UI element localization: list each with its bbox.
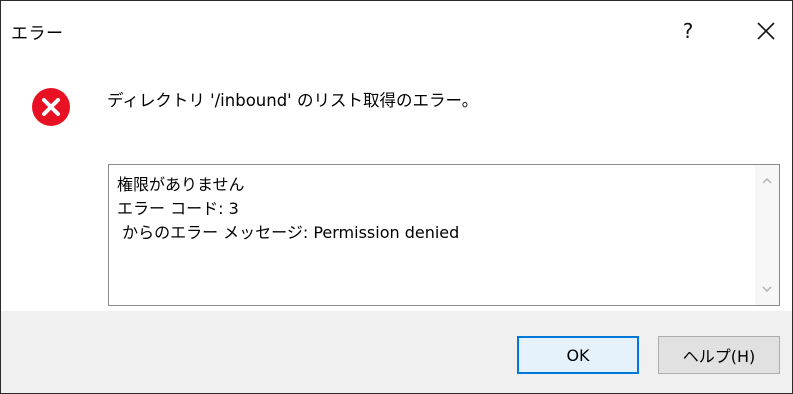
scroll-down-icon[interactable] bbox=[761, 283, 773, 295]
error-message: ディレクトリ '/inbound' のリスト取得のエラー。 bbox=[107, 91, 479, 110]
close-button[interactable] bbox=[743, 11, 789, 51]
ok-button-label: OK bbox=[566, 345, 590, 365]
help-button[interactable]: ? bbox=[665, 11, 711, 51]
details-text: 権限がありません エラー コード: 3 からのエラー メッセージ: Permis… bbox=[117, 173, 749, 245]
ok-button[interactable]: OK bbox=[517, 336, 639, 374]
scroll-up-icon[interactable] bbox=[761, 175, 773, 187]
button-bar: OK ヘルプ(H) bbox=[1, 311, 792, 393]
details-textbox[interactable]: 権限がありません エラー コード: 3 からのエラー メッセージ: Permis… bbox=[108, 164, 780, 306]
help-dialog-button-label: ヘルプ(H) bbox=[682, 347, 756, 366]
help-glyph: ? bbox=[682, 19, 694, 43]
error-dialog: エラー ? ディレクトリ '/inbound' のリスト取得のエラー。 権限があ… bbox=[0, 0, 793, 394]
close-icon bbox=[757, 22, 775, 40]
window-title: エラー bbox=[11, 24, 64, 44]
help-dialog-button[interactable]: ヘルプ(H) bbox=[658, 336, 780, 374]
details-line-permission: 権限がありません bbox=[117, 175, 245, 194]
details-scrollbar[interactable] bbox=[755, 165, 779, 305]
title-bar[interactable]: エラー ? bbox=[1, 1, 792, 57]
error-icon bbox=[32, 88, 70, 126]
details-line-error-code: エラー コード: 3 bbox=[117, 199, 239, 218]
details-line-error-message: からのエラー メッセージ: Permission denied bbox=[117, 223, 460, 242]
